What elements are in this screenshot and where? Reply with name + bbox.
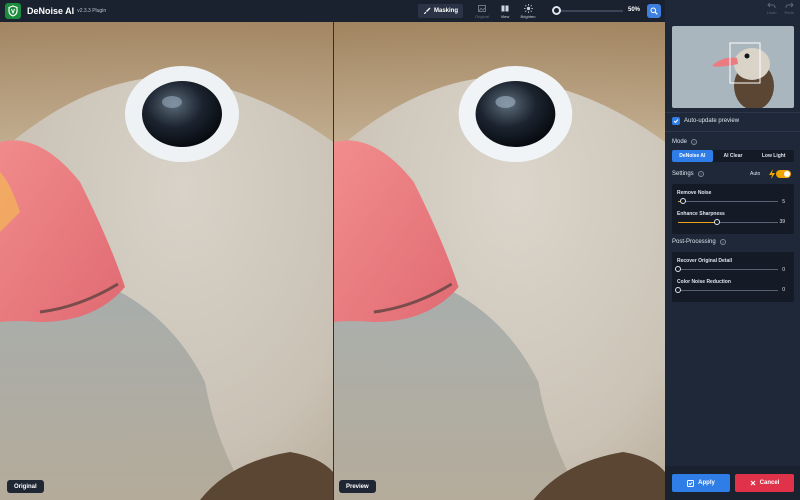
masking-button[interactable]: Masking xyxy=(418,4,463,18)
duck-photo-original xyxy=(0,22,333,500)
slider-fill xyxy=(678,222,717,223)
cancel-button[interactable]: Cancel xyxy=(735,474,794,492)
undo-button[interactable]: Undo xyxy=(766,2,777,15)
apply-button[interactable]: Apply xyxy=(672,474,730,492)
auto-update-toggle[interactable]: Auto-update preview xyxy=(672,117,739,125)
app-title: DeNoise AI xyxy=(27,6,75,16)
original-view-button[interactable]: Original xyxy=(471,3,493,20)
redo-icon xyxy=(785,2,794,9)
slider-knob[interactable] xyxy=(675,266,681,272)
recover-detail-value: 0 xyxy=(782,267,785,273)
redo-button[interactable]: Redo xyxy=(784,2,794,15)
enhance-sharpness-value: 39 xyxy=(779,219,785,225)
brighten-label: Brighten xyxy=(520,13,536,19)
undo-label: Undo xyxy=(766,10,777,15)
mode-denoise-ai[interactable]: DeNoise AI xyxy=(672,150,713,162)
slider-knob[interactable] xyxy=(714,219,720,225)
brighten-button[interactable]: Brighten xyxy=(517,3,539,20)
original-label-badge: Original xyxy=(7,480,44,493)
shield-logo-icon xyxy=(5,3,21,19)
zoom-search-button[interactable] xyxy=(647,4,661,18)
auto-label: Auto xyxy=(750,171,761,177)
auto-update-label: Auto-update preview xyxy=(684,118,740,124)
post-processing-box: Recover Original Detail 0 Color Noise Re… xyxy=(672,252,794,302)
settings-title: Settings ? xyxy=(672,171,704,177)
divider xyxy=(665,131,800,132)
view-button[interactable]: View xyxy=(494,3,516,20)
slider-knob[interactable] xyxy=(680,198,686,204)
toggle-knob xyxy=(784,171,790,177)
post-processing-title-text: Post-Processing xyxy=(672,239,716,245)
color-noise-value: 0 xyxy=(782,287,785,293)
enhance-sharpness-label: Enhance Sharpness xyxy=(677,211,725,217)
view-label: View xyxy=(500,13,510,19)
settings-sidebar: Undo Redo Auto-update preview Mode ? DeN… xyxy=(665,0,800,500)
brush-icon xyxy=(423,7,431,14)
original-view-label: Original xyxy=(475,13,489,19)
remove-noise-slider[interactable] xyxy=(678,198,778,204)
apply-label: Apply xyxy=(698,480,715,486)
duck-photo-preview xyxy=(334,22,665,500)
mode-title: Mode ? xyxy=(672,139,698,145)
mode-title-text: Mode xyxy=(672,139,688,145)
post-processing-title: Post-Processing ? xyxy=(672,239,726,245)
masking-label: Masking xyxy=(433,8,458,14)
cancel-label: Cancel xyxy=(759,480,780,486)
top-toolbar: DeNoise AI v2.3.3 Plugin Masking Origina… xyxy=(0,0,665,22)
app-version: v2.3.3 Plugin xyxy=(77,8,107,14)
undo-redo-group: Undo Redo xyxy=(767,2,794,15)
divider xyxy=(665,112,800,113)
settings-box: Remove Noise 5 Enhance Sharpness 39 xyxy=(672,184,794,234)
zoom-slider-track[interactable] xyxy=(553,10,623,12)
mode-selector: DeNoise AI AI Clear Low Light xyxy=(672,150,794,162)
original-image-panel[interactable]: Original xyxy=(0,22,333,500)
help-icon[interactable]: ? xyxy=(691,139,698,145)
auto-settings-toggle[interactable] xyxy=(776,170,791,178)
check-icon xyxy=(673,119,679,124)
mode-low-light[interactable]: Low Light xyxy=(753,150,794,162)
recover-detail-label: Recover Original Detail xyxy=(677,258,733,264)
enhance-sharpness-slider[interactable] xyxy=(678,219,778,225)
mode-ai-clear[interactable]: AI Clear xyxy=(713,150,754,162)
color-noise-slider[interactable] xyxy=(675,287,778,293)
recover-detail-slider[interactable] xyxy=(675,266,778,272)
preview-image-panel[interactable]: Preview xyxy=(333,22,665,500)
lightning-icon xyxy=(769,169,775,179)
color-noise-label: Color Noise Reduction xyxy=(677,279,731,285)
navigator-thumbnail[interactable] xyxy=(672,26,794,108)
zoom-level: 50% xyxy=(628,7,641,13)
search-icon xyxy=(650,7,658,15)
preview-label-badge: Preview xyxy=(339,480,376,493)
apply-icon xyxy=(687,479,695,487)
slider-knob[interactable] xyxy=(675,287,681,293)
help-icon[interactable]: ? xyxy=(719,239,726,245)
redo-label: Redo xyxy=(784,10,794,15)
checkbox[interactable] xyxy=(672,117,680,125)
sun-icon xyxy=(523,4,533,13)
close-icon xyxy=(750,480,756,486)
remove-noise-value: 5 xyxy=(782,199,785,205)
split-view-icon xyxy=(501,5,510,13)
help-icon[interactable]: ? xyxy=(697,171,704,177)
image-icon xyxy=(478,5,487,13)
zoom-slider-knob[interactable] xyxy=(552,6,561,15)
settings-title-text: Settings xyxy=(672,171,694,177)
remove-noise-label: Remove Noise xyxy=(677,190,712,196)
undo-icon xyxy=(767,2,776,9)
